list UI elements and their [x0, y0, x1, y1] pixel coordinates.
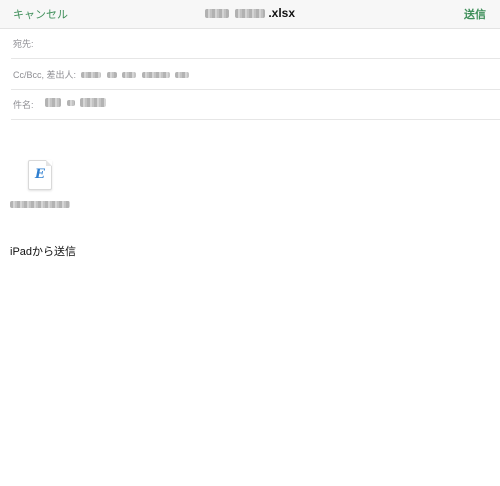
title-extension: .xlsx: [268, 6, 296, 20]
cc-bcc-from-label: Cc/Bcc, 差出人:: [13, 70, 77, 80]
redacted-sender-address: [81, 69, 192, 79]
subject-field[interactable]: 件名:: [11, 89, 500, 120]
to-label: 宛先:: [13, 39, 34, 49]
send-button[interactable]: 送信: [464, 6, 486, 22]
mail-compose-sheet: キャンセル .xlsx 送信 宛先: Cc/Bcc, 差出人: 件名: E iP…: [0, 0, 500, 486]
subject-label: 件名:: [13, 100, 34, 110]
compose-toolbar: キャンセル .xlsx 送信: [0, 0, 500, 29]
redacted-title-part: [235, 9, 266, 19]
body-signature[interactable]: iPadから送信: [10, 243, 76, 259]
redacted-title-part: [204, 9, 229, 19]
attachment[interactable]: E: [10, 160, 78, 209]
redacted-subject: [45, 97, 109, 108]
excel-document-icon: E: [28, 160, 52, 190]
compose-title: .xlsx: [0, 6, 500, 20]
cc-bcc-from-field[interactable]: Cc/Bcc, 差出人:: [11, 59, 500, 90]
redacted-attachment-name: [10, 196, 72, 209]
to-field[interactable]: 宛先:: [11, 28, 500, 59]
